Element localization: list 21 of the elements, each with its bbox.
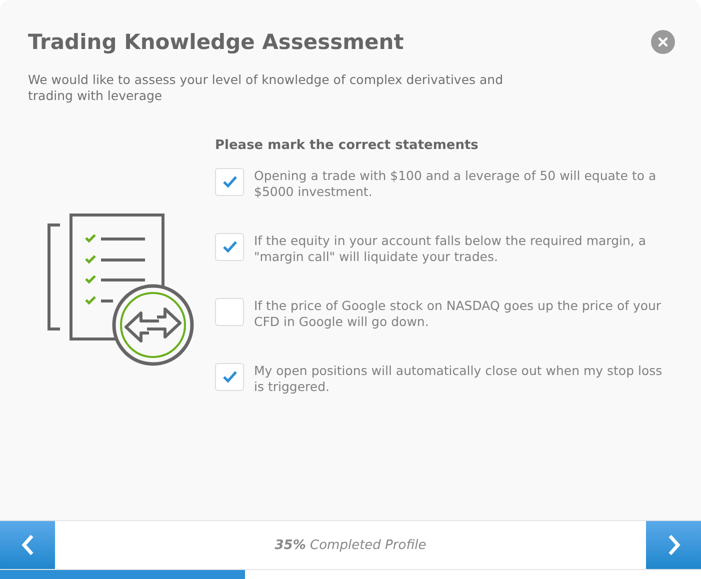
- next-button[interactable]: [646, 521, 701, 569]
- checkbox[interactable]: [215, 233, 244, 261]
- dialog-description: We would like to assess your level of knowledge of complex derivatives and trading with leverage: [28, 72, 504, 104]
- checkbox[interactable]: [215, 298, 244, 326]
- close-icon: [651, 30, 675, 54]
- question-heading: Please mark the correct statements: [215, 138, 480, 153]
- statement-text: My open positions will automatically close out when my stop loss is triggered.: [254, 363, 664, 395]
- statement-text: Opening a trade with $100 and a leverage of 50 will equate to a $5000 investment.: [254, 168, 658, 200]
- statement-text: If the equity in your account falls below the required margin, a "margin call" will liquidate your trades.: [254, 233, 648, 265]
- chevron-right-icon: [666, 534, 680, 556]
- check-icon: [222, 240, 238, 254]
- previous-button[interactable]: [0, 521, 55, 569]
- chevron-left-icon: [20, 534, 34, 556]
- progress-label: 35% Completed Profile: [274, 538, 428, 552]
- statement-text: If the price of Google stock on NASDAQ goes up the price of your CFD in Google will go down.: [254, 298, 662, 330]
- close-button[interactable]: [651, 30, 675, 54]
- check-icon: [222, 175, 238, 189]
- checkbox[interactable]: [215, 168, 244, 196]
- check-icon: [222, 370, 238, 384]
- dialog-title: Trading Knowledge Assessment: [28, 30, 404, 54]
- checkbox[interactable]: [215, 363, 244, 391]
